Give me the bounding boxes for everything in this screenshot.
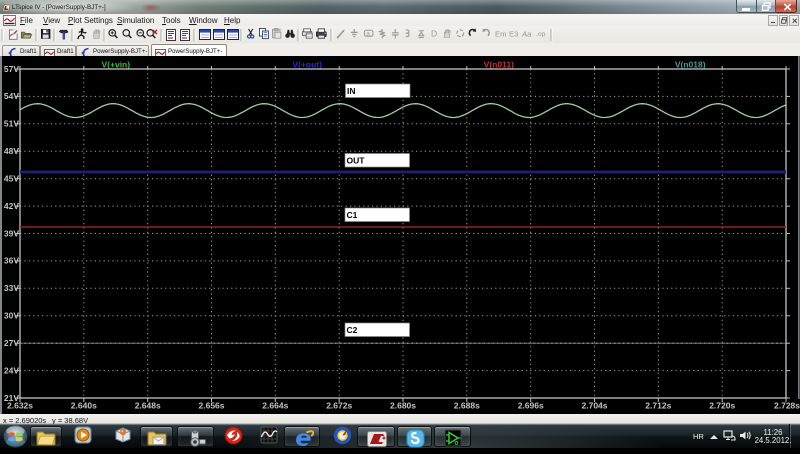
svg-text:2.672s: 2.672s — [326, 401, 352, 411]
svg-text:30V: 30V — [4, 311, 19, 321]
svg-text:V(+vin): V(+vin) — [102, 60, 131, 70]
svg-text:24V: 24V — [4, 365, 19, 375]
svg-text:2.712s: 2.712s — [645, 401, 671, 411]
svg-text:2.704s: 2.704s — [582, 401, 608, 411]
svg-text:33V: 33V — [4, 283, 19, 293]
svg-text:2.632s: 2.632s — [7, 401, 33, 411]
svg-text:39V: 39V — [4, 228, 19, 238]
svg-text:Aa: Aa — [521, 30, 531, 39]
svg-text:36V: 36V — [4, 256, 19, 266]
svg-text:OUT: OUT — [347, 156, 366, 166]
svg-text:V(+out): V(+out) — [292, 60, 322, 70]
svg-text:2.728s: 2.728s — [774, 401, 800, 411]
svg-text:2.656s: 2.656s — [199, 401, 225, 411]
svg-text:2.664s: 2.664s — [262, 401, 288, 411]
svg-text:54V: 54V — [4, 91, 19, 101]
svg-text:2.720s: 2.720s — [709, 401, 735, 411]
svg-text:2.680s: 2.680s — [390, 401, 416, 411]
svg-text:Em: Em — [495, 30, 506, 39]
svg-text:2.640s: 2.640s — [71, 401, 97, 411]
svg-text:27V: 27V — [4, 338, 19, 348]
svg-text:45V: 45V — [4, 174, 19, 184]
svg-text:42V: 42V — [4, 201, 19, 211]
svg-text:57V: 57V — [4, 64, 19, 74]
svg-text:2.648s: 2.648s — [135, 401, 161, 411]
svg-text:48V: 48V — [4, 146, 19, 156]
svg-text:51V: 51V — [4, 119, 19, 129]
svg-text:C1: C1 — [347, 210, 358, 220]
svg-text:2.688s: 2.688s — [454, 401, 480, 411]
svg-text:E3: E3 — [509, 30, 518, 39]
svg-text:.op: .op — [536, 31, 546, 38]
svg-text:V(n018): V(n018) — [675, 60, 706, 70]
svg-text:2.696s: 2.696s — [518, 401, 544, 411]
svg-text:C2: C2 — [347, 325, 358, 335]
svg-text:IN: IN — [347, 86, 356, 96]
svg-text:V(n011): V(n011) — [484, 60, 514, 70]
svg-text:D: D — [431, 29, 437, 39]
